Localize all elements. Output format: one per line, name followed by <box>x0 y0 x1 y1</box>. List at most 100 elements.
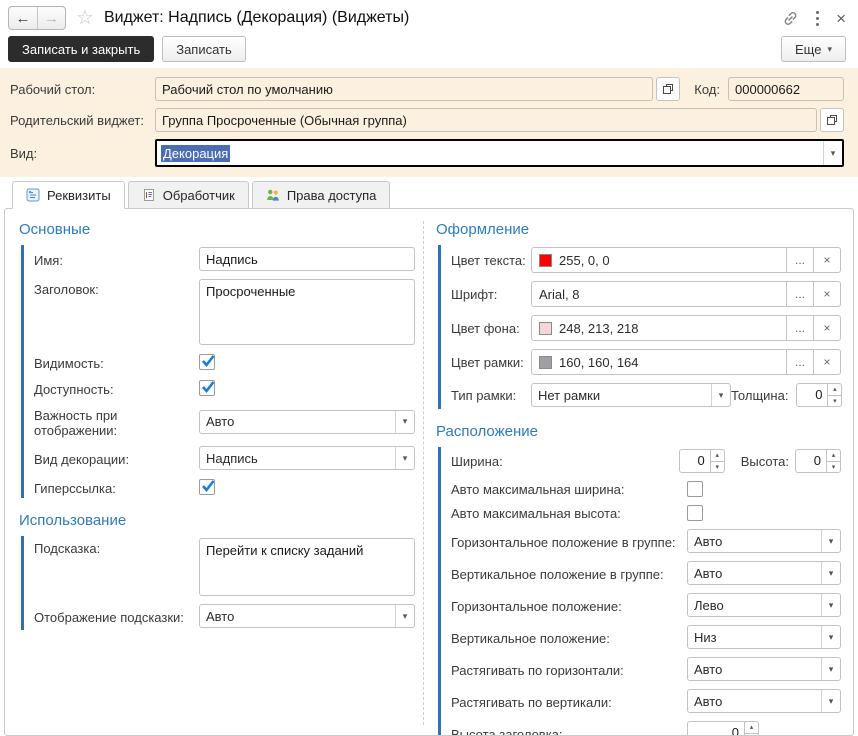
choose-button[interactable]: ... <box>787 349 814 375</box>
tooltip-display-row: Отображение подсказки: Авто ▾ <box>34 604 415 628</box>
back-icon[interactable]: ← <box>9 7 37 29</box>
spin-down-icon[interactable]: ▾ <box>711 462 724 473</box>
attributes-tab-icon <box>26 188 40 202</box>
favorite-star-icon[interactable]: ☆ <box>76 8 94 28</box>
spin-up-icon[interactable]: ▴ <box>827 450 840 462</box>
chevron-down-icon: ▾ <box>821 690 840 712</box>
tab-prava-dostupa[interactable]: Права доступа <box>252 181 391 209</box>
thickness-stepper[interactable]: 0 ▴ ▾ <box>796 383 842 407</box>
tooltip-textarea[interactable]: Перейти к списку заданий <box>199 538 415 596</box>
section-title-usage: Использование <box>19 512 415 529</box>
section-title-main: Основные <box>19 221 415 238</box>
spin-up-icon[interactable]: ▴ <box>711 450 724 462</box>
tab-obrabotchik[interactable]: Обработчик <box>128 181 249 209</box>
clear-button[interactable]: × <box>814 247 841 273</box>
handler-tab-icon <box>142 188 156 202</box>
clear-button[interactable]: × <box>814 315 841 341</box>
chevron-down-icon: ▾ <box>395 447 414 469</box>
h-pos-group-combobox[interactable]: Авто ▾ <box>687 529 841 553</box>
back-color-row: Цвет фона: 248, 213, 218 ... × <box>451 315 841 341</box>
nav-history-group: ← → <box>8 6 66 30</box>
stretch-v-row: Растягивать по вертикали: Авто ▾ <box>451 689 841 713</box>
parent-widget-open-button[interactable] <box>820 108 844 132</box>
kind-combobox[interactable]: Декорация ▾ <box>155 139 844 167</box>
width-stepper[interactable]: 0 ▴ ▾ <box>679 449 725 473</box>
color-swatch <box>539 254 552 267</box>
h-pos-group-label: Горизонтальное положение в группе: <box>451 532 687 550</box>
group-layout: Ширина: 0 ▴ ▾ Высота: 0 ▴ ▾ <box>438 447 841 736</box>
tooltip-row: Подсказка: Перейти к списку заданий <box>34 538 415 596</box>
importance-combobox[interactable]: Авто ▾ <box>199 410 415 434</box>
v-pos-group-combobox[interactable]: Авто ▾ <box>687 561 841 585</box>
stretch-v-label: Растягивать по вертикали: <box>451 692 687 710</box>
spin-up-icon[interactable]: ▴ <box>745 722 758 734</box>
clear-button[interactable]: × <box>814 349 841 375</box>
auto-max-width-checkbox[interactable] <box>687 481 703 497</box>
parent-widget-input[interactable] <box>155 108 817 132</box>
close-icon[interactable]: × <box>836 10 846 27</box>
save-and-close-button[interactable]: Записать и закрыть <box>8 36 154 62</box>
spin-down-icon[interactable]: ▾ <box>827 462 840 473</box>
caption-textarea[interactable]: Просроченные <box>199 279 415 345</box>
v-pos-combobox[interactable]: Низ ▾ <box>687 625 841 649</box>
save-button[interactable]: Записать <box>162 36 246 62</box>
parent-widget-label: Родительский виджет: <box>10 113 155 128</box>
height-stepper[interactable]: 0 ▴ ▾ <box>795 449 841 473</box>
font-row: Шрифт: Arial, 8 ... × <box>451 281 841 307</box>
name-label: Имя: <box>34 250 199 268</box>
kind-label: Вид: <box>10 146 155 161</box>
desktop-input[interactable] <box>155 77 653 101</box>
desktop-row: Рабочий стол: Код: <box>10 77 844 101</box>
h-pos-label: Горизонтальное положение: <box>451 596 687 614</box>
section-title-layout: Расположение <box>436 423 841 440</box>
width-label: Ширина: <box>451 454 503 469</box>
tooltip-display-combobox[interactable]: Авто ▾ <box>199 604 415 628</box>
spin-down-icon[interactable]: ▾ <box>828 396 841 407</box>
clear-button[interactable]: × <box>814 281 841 307</box>
link-icon[interactable] <box>782 10 799 27</box>
back-color-field[interactable]: 248, 213, 218 ... × <box>531 315 841 341</box>
stretch-v-combobox[interactable]: Авто ▾ <box>687 689 841 713</box>
choose-button[interactable]: ... <box>787 281 814 307</box>
enabled-checkbox[interactable] <box>199 380 215 396</box>
color-value: 160, 160, 164 <box>559 355 639 370</box>
more-button[interactable]: Еще ▾ <box>781 36 846 62</box>
stretch-h-combobox[interactable]: Авто ▾ <box>687 657 841 681</box>
choose-button[interactable]: ... <box>787 247 814 273</box>
font-field[interactable]: Arial, 8 ... × <box>531 281 841 307</box>
caption-height-stepper[interactable]: 0 ▴ ▾ <box>687 721 759 736</box>
desktop-open-button[interactable] <box>656 77 680 101</box>
h-pos-combobox[interactable]: Лево ▾ <box>687 593 841 617</box>
importance-label: Важность при отображении: <box>34 405 199 438</box>
visible-checkbox[interactable] <box>199 354 215 370</box>
color-value: 248, 213, 218 <box>559 321 639 336</box>
tab-bar: Реквизиты Обработчик Права доступа <box>0 181 858 209</box>
spin-up-icon[interactable]: ▴ <box>828 384 841 396</box>
border-type-label: Тип рамки: <box>451 388 531 403</box>
kebab-menu-icon[interactable] <box>815 10 820 27</box>
border-type-combobox[interactable]: Нет рамки ▾ <box>531 383 731 407</box>
chevron-down-icon[interactable]: ▾ <box>823 141 842 165</box>
caption-height-row: Высота заголовка: 0 ▴ ▾ <box>451 721 841 736</box>
hyperlink-checkbox[interactable] <box>199 479 215 495</box>
text-color-label: Цвет текста: <box>451 253 531 268</box>
v-pos-group-label: Вертикальное положение в группе: <box>451 564 687 582</box>
parent-widget-row: Родительский виджет: <box>10 108 844 132</box>
tab-rekvizity[interactable]: Реквизиты <box>12 181 125 209</box>
forward-icon[interactable]: → <box>37 7 65 29</box>
decoration-kind-combobox[interactable]: Надпись ▾ <box>199 446 415 470</box>
text-color-field[interactable]: 255, 0, 0 ... × <box>531 247 841 273</box>
enabled-label: Доступность: <box>34 379 199 397</box>
auto-max-height-checkbox[interactable] <box>687 505 703 521</box>
name-input[interactable] <box>199 247 415 271</box>
group-main: Имя: Заголовок: Просроченные Видимость: … <box>21 245 415 498</box>
border-color-field[interactable]: 160, 160, 164 ... × <box>531 349 841 375</box>
code-input[interactable] <box>728 77 844 101</box>
group-usage: Подсказка: Перейти к списку заданий Отоб… <box>21 536 415 630</box>
chevron-down-icon: ▾ <box>395 411 414 433</box>
choose-button[interactable]: ... <box>787 315 814 341</box>
chevron-down-icon: ▾ <box>821 658 840 680</box>
name-row: Имя: <box>34 247 415 271</box>
desktop-label: Рабочий стол: <box>10 82 155 97</box>
right-column: Оформление Цвет текста: 255, 0, 0 ... × … <box>423 221 841 725</box>
